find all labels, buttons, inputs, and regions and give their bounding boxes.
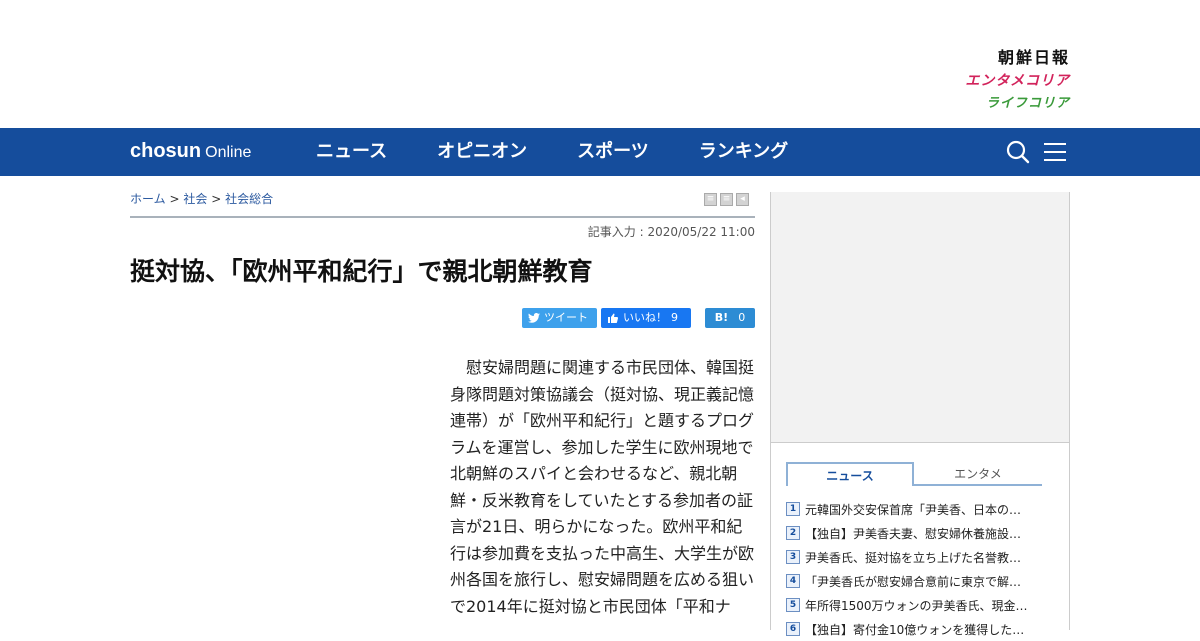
hatena-bookmark-button[interactable]: B! 0 <box>705 308 755 328</box>
ranking-headline: 元韓国外交安保首席「尹美香、日本の… <box>805 502 1022 517</box>
ranking-headline: 【独自】尹美香夫妻、慰安婦休養施設… <box>805 526 1022 541</box>
breadcrumb-society[interactable]: 社会 <box>183 192 207 206</box>
facebook-like-button[interactable]: いいね！ 9 <box>601 308 691 328</box>
ranking-item[interactable]: 5 年所得1500万ウォンの尹美香氏、現金… <box>786 593 1048 617</box>
ranking-headline: 年所得1500万ウォンの尹美香氏、現金… <box>805 598 1028 613</box>
tweet-label: ツイート <box>544 311 588 324</box>
article-date: 記事入力 : 2020/05/22 11:00 <box>587 225 755 239</box>
hatena-count: 0 <box>738 311 746 324</box>
rank-number: 1 <box>786 502 800 516</box>
rank-number: 4 <box>786 574 800 588</box>
ranking-item[interactable]: 2 【独自】尹美香夫妻、慰安婦休養施設… <box>786 521 1048 545</box>
nav-item-sports[interactable]: スポーツ <box>577 128 649 176</box>
like-count: 9 <box>671 311 678 324</box>
ad-slot <box>771 192 1069 443</box>
brand-header: 朝鮮日報 エンタメコリア ライフコリア <box>0 0 1200 128</box>
back-arrow-icon[interactable]: ◂ <box>736 193 749 206</box>
twitter-bird-icon <box>528 313 540 323</box>
ranking-item[interactable]: 3 尹美香氏、挺対協を立ち上げた名誉教… <box>786 545 1048 569</box>
search-icon[interactable] <box>1006 140 1030 164</box>
print-icon[interactable]: ≡ <box>704 193 717 206</box>
enta-korea-logo[interactable]: エンタメコリア <box>965 70 1070 90</box>
rank-number: 6 <box>786 622 800 636</box>
rank-number: 5 <box>786 598 800 612</box>
like-label: いいね！ <box>623 311 667 324</box>
breadcrumb-home[interactable]: ホーム <box>130 192 166 206</box>
chosun-ilbo-logo[interactable]: 朝鮮日報 <box>998 44 1070 68</box>
ranking-item[interactable]: 1 元韓国外交安保首席「尹美香、日本の… <box>786 497 1048 521</box>
ranking-item[interactable]: 6 【独自】寄付金10億ウォンを獲得した… <box>786 617 1048 641</box>
ranking-headline: 【独自】寄付金10億ウォンを獲得した… <box>805 622 1025 637</box>
rank-number: 3 <box>786 550 800 564</box>
article-body-text: 慰安婦問題に関連する市民団体、韓国挺身隊問題対策協議会（挺対協、現正義記憶連帯）… <box>450 358 755 616</box>
hatena-label: B! <box>714 311 729 324</box>
chosun-online-logo[interactable]: chosun Online <box>130 140 251 164</box>
thumbs-up-icon <box>608 313 619 323</box>
nav-menu: ニュース オピニオン スポーツ ランキング <box>316 128 788 176</box>
logo-text-sub: Online <box>205 144 252 161</box>
ranking-list: 1 元韓国外交安保首席「尹美香、日本の… 2 【独自】尹美香夫妻、慰安婦休養施設… <box>786 497 1048 641</box>
breadcrumb-separator: > <box>169 192 180 206</box>
ranking-tabs: ニュース エンタメ <box>786 462 1042 486</box>
article-tools: ≡ ≡ ◂ <box>704 193 749 206</box>
sidebar: ニュース エンタメ 1 元韓国外交安保首席「尹美香、日本の… 2 【独自】尹美香… <box>770 192 1070 637</box>
breadcrumb: ホーム > 社会 > 社会総合 <box>130 190 273 207</box>
tab-entertainment[interactable]: エンタメ <box>914 462 1042 486</box>
ranking-headline: 「尹美香氏が慰安婦合意前に東京で解… <box>805 574 1022 589</box>
tab-news[interactable]: ニュース <box>786 462 914 486</box>
text-size-icon[interactable]: ≡ <box>720 193 733 206</box>
hamburger-menu-icon[interactable] <box>1044 142 1068 162</box>
life-korea-logo[interactable]: ライフコリア <box>986 92 1070 111</box>
nav-item-ranking[interactable]: ランキング <box>699 128 788 176</box>
article-body: 慰安婦問題に関連する市民団体、韓国挺身隊問題対策協議会（挺対協、現正義記憶連帯）… <box>450 355 755 620</box>
tweet-button[interactable]: ツイート <box>522 308 597 328</box>
ranking-item[interactable]: 4 「尹美香氏が慰安婦合意前に東京で解… <box>786 569 1048 593</box>
logo-text-bold: chosun <box>130 140 202 162</box>
rank-number: 2 <box>786 526 800 540</box>
breadcrumb-society-general[interactable]: 社会総合 <box>225 192 273 206</box>
nav-item-news[interactable]: ニュース <box>316 128 387 176</box>
article-title: 挺対協、「欧州平和紀行」で親北朝鮮教育 <box>130 257 593 286</box>
divider <box>130 216 755 218</box>
nav-item-opinion[interactable]: オピニオン <box>437 128 527 176</box>
ranking-headline: 尹美香氏、挺対協を立ち上げた名誉教… <box>805 550 1022 565</box>
breadcrumb-separator: > <box>211 192 222 206</box>
